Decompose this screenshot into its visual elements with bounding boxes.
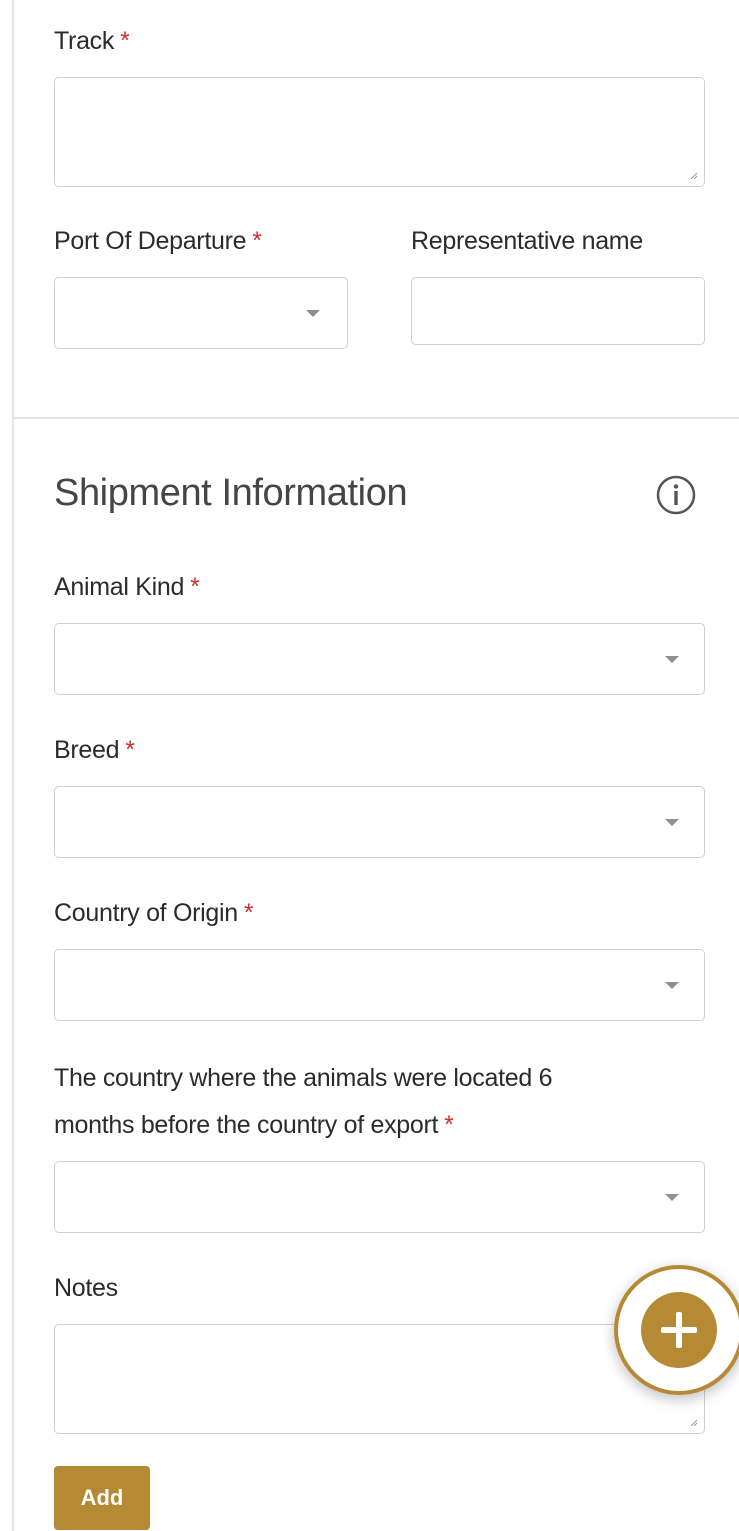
notes-textarea[interactable] [54,1324,705,1434]
breed-label: Breed * [54,736,135,764]
resize-handle-icon[interactable] [690,172,697,179]
add-floating-button[interactable] [614,1265,739,1395]
previous-country-select[interactable] [54,1161,705,1233]
chevron-down-icon [306,310,320,317]
notes-label: Notes [54,1274,118,1302]
track-label: Track * [54,27,130,55]
track-textarea[interactable] [54,77,705,187]
plus-icon [661,1312,697,1348]
left-border [12,0,14,1531]
chevron-down-icon [665,1194,679,1201]
chevron-down-icon [665,656,679,663]
chevron-down-icon [665,819,679,826]
representative-name-input[interactable] [411,277,705,345]
section-divider [14,417,739,419]
representative-name-label: Representative name [411,227,643,255]
port-of-departure-label: Port Of Departure * [54,227,262,255]
info-circle-icon[interactable] [655,474,697,516]
add-button[interactable]: Add [54,1466,150,1530]
country-of-origin-label: Country of Origin * [54,899,254,927]
animal-kind-select[interactable] [54,623,705,695]
fab-circle [641,1292,717,1368]
breed-select[interactable] [54,786,705,858]
previous-country-label-line1: The country where the animals were locat… [54,1064,553,1092]
chevron-down-icon [665,982,679,989]
previous-country-label-line2: months before the country of export * [54,1111,454,1139]
port-of-departure-select[interactable] [54,277,348,349]
section-title: Shipment Information [54,472,408,514]
animal-kind-label: Animal Kind * [54,573,200,601]
resize-handle-icon[interactable] [690,1419,697,1426]
country-of-origin-select[interactable] [54,949,705,1021]
